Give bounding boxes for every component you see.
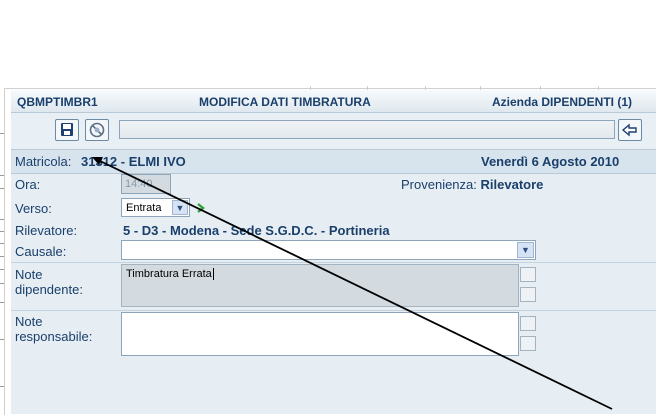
back-button[interactable]	[618, 119, 642, 141]
provenienza-label: Provenienza: Rilevatore	[401, 177, 544, 192]
scroll-up-button[interactable]	[520, 316, 536, 331]
rilevatore-label: Rilevatore:	[15, 223, 78, 238]
rilevatore-value: 5 - D3 - Modena - Sede S.G.D.C. - Portin…	[123, 223, 390, 238]
causale-label: Causale:	[15, 244, 67, 259]
date-label: Venerdì 6 Agosto 2010	[481, 154, 620, 169]
verso-label: Verso:	[15, 201, 52, 216]
title-bar: QBMPTIMBR1 MODIFICA DATI TIMBRATURA Azie…	[11, 90, 656, 113]
timbratura-panel: QBMPTIMBR1 MODIFICA DATI TIMBRATURA Azie…	[11, 90, 656, 414]
ora-input[interactable]: 14:40	[121, 174, 171, 194]
save-button[interactable]	[55, 119, 79, 141]
next-chevron-icon[interactable]	[196, 202, 206, 214]
toolbar	[11, 113, 656, 150]
matricola-label: Matricola:	[15, 154, 72, 169]
note-dipendente-label: Note dipendente:	[15, 267, 83, 297]
scroll-up-button[interactable]	[520, 267, 536, 282]
causale-select[interactable]: ▼	[121, 240, 536, 260]
note-dipendente-textarea[interactable]: Timbratura Errata	[121, 264, 519, 307]
program-code: QBMPTIMBR1	[17, 95, 98, 109]
status-bar	[119, 120, 615, 139]
window-title: MODIFICA DATI TIMBRATURA	[199, 95, 371, 109]
ora-label: Ora:	[15, 177, 41, 192]
cancel-button[interactable]	[85, 119, 109, 141]
employee-header: Matricola: 31312 - ELMI IVO Venerdì 6 Ag…	[11, 150, 656, 174]
back-arrow-icon	[621, 123, 637, 137]
scroll-down-button[interactable]	[520, 287, 536, 302]
scroll-down-button[interactable]	[520, 336, 536, 351]
note-responsabile-textarea[interactable]	[121, 312, 519, 356]
cancel-circle-icon	[89, 122, 105, 138]
provenienza-value: Rilevatore	[480, 177, 544, 192]
matricola-value: 31312 - ELMI IVO	[81, 154, 186, 169]
chevron-down-icon: ▼	[172, 200, 188, 215]
divider	[11, 310, 656, 311]
floppy-disk-icon	[61, 123, 73, 136]
verso-select-value: Entrata	[126, 202, 162, 214]
divider	[11, 262, 656, 263]
verso-select[interactable]: Entrata ▼	[121, 198, 190, 217]
company-label: Azienda DIPENDENTI (1)	[492, 95, 633, 109]
chevron-down-icon: ▼	[517, 242, 534, 258]
note-dipendente-value: Timbratura Errata	[126, 268, 212, 280]
note-responsabile-label: Note responsabile:	[15, 314, 93, 344]
